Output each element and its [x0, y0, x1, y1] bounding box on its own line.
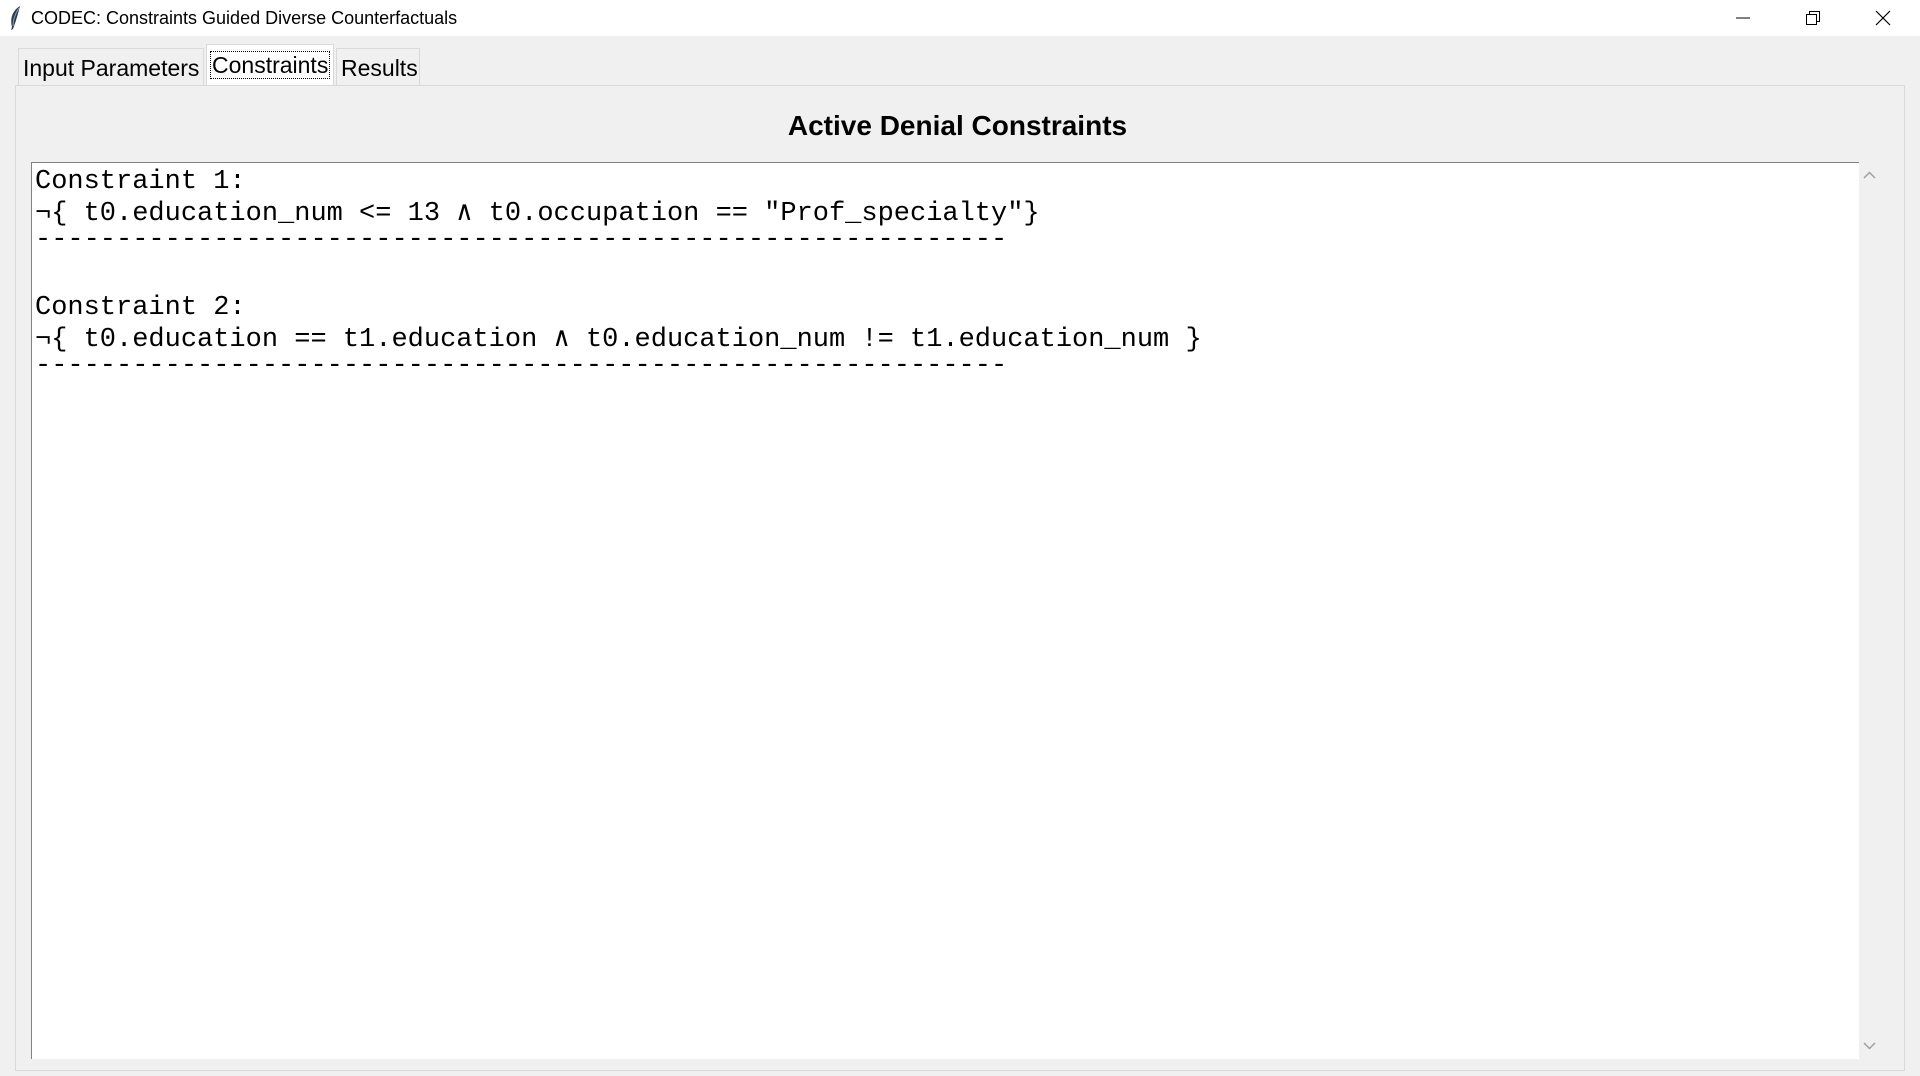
- restore-icon: [1806, 11, 1820, 25]
- close-button[interactable]: [1848, 0, 1918, 36]
- vertical-scrollbar[interactable]: [1859, 162, 1880, 1059]
- tab-label: Results: [341, 55, 418, 81]
- separator-line: ----------------------------------------…: [35, 351, 1008, 381]
- panel-heading: Active Denial Constraints: [787, 110, 1128, 141]
- tab-input-parameters[interactable]: Input Parameters: [18, 48, 204, 86]
- tab-results[interactable]: Results: [336, 48, 420, 86]
- separator-line: ----------------------------------------…: [35, 225, 1008, 255]
- constraint-line: Constraint 1:: [35, 167, 246, 197]
- restore-button[interactable]: [1778, 0, 1848, 36]
- tab-label: Input Parameters: [23, 55, 200, 81]
- feather-icon: [11, 6, 20, 30]
- tab-bar: Input Parameters Constraints Results: [18, 44, 422, 86]
- chevron-up-icon[interactable]: [1862, 168, 1877, 183]
- close-icon: [1875, 10, 1891, 26]
- minimize-icon: [1736, 17, 1750, 19]
- app-window: CODEC: Constraints Guided Diverse Counte…: [0, 0, 1920, 1076]
- tab-constraints[interactable]: Constraints: [206, 44, 334, 86]
- title-bar: CODEC: Constraints Guided Diverse Counte…: [0, 0, 1920, 36]
- window-title: CODEC: Constraints Guided Diverse Counte…: [31, 8, 458, 28]
- constraint-line: Constraint 2:: [35, 293, 246, 323]
- tab-label: Constraints: [209, 51, 331, 79]
- minimize-button[interactable]: [1708, 0, 1778, 36]
- constraints-text-area[interactable]: Constraint 1: ¬{ t0.education_num <= 13 …: [31, 162, 1859, 1059]
- chevron-down-icon[interactable]: [1862, 1038, 1877, 1053]
